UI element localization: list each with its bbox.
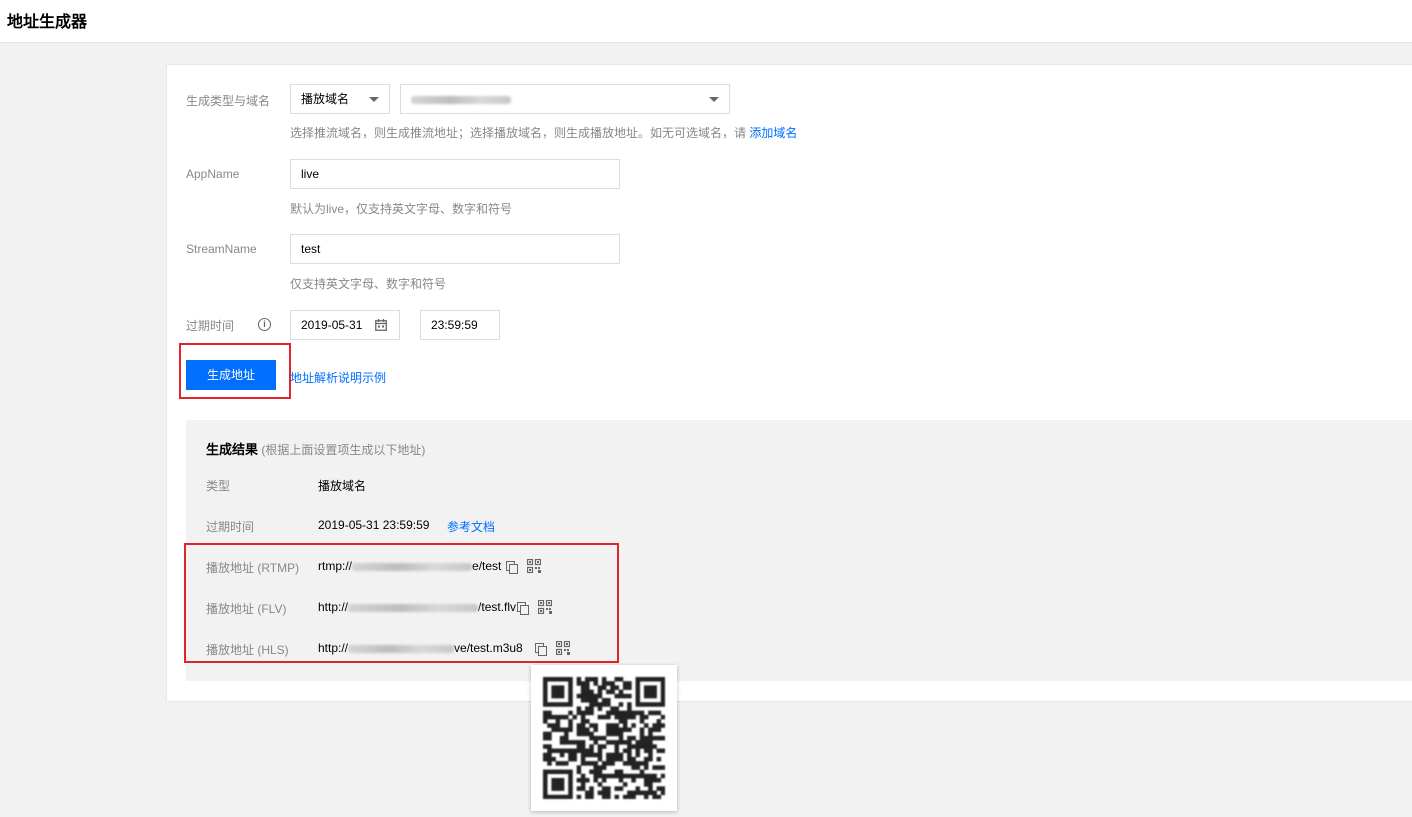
copy-icon[interactable] — [535, 643, 547, 656]
type-select[interactable]: 播放域名 — [290, 84, 390, 114]
appname-input[interactable]: live — [290, 159, 620, 189]
expire-label: 过期时间 — [186, 319, 235, 333]
expire-date-value: 2019-05-31 — [301, 318, 363, 332]
type-select-value: 播放域名 — [301, 92, 350, 106]
address-example-link[interactable]: 地址解析说明示例 — [290, 369, 386, 386]
rtmp-url-prefix: rtmp:// — [318, 559, 353, 573]
appname-label: AppName — [186, 167, 240, 181]
copy-icon[interactable] — [517, 602, 529, 615]
page-title: 地址生成器 — [7, 14, 88, 31]
rtmp-url-value: rtmp:// e/test — [318, 559, 501, 573]
domain-value-blurred — [411, 95, 511, 104]
rtmp-url-suffix: e/test — [472, 559, 502, 573]
qrcode-icon[interactable] — [527, 559, 541, 573]
top-bar: 地址生成器 — [0, 0, 1412, 43]
flv-url-suffix: /test.flv — [478, 600, 517, 614]
flv-url-prefix: http:// — [318, 600, 349, 614]
expire-time-picker[interactable]: 23:59:59 — [420, 310, 500, 340]
qrcode-popup — [531, 665, 677, 811]
flv-url-label: 播放地址 (FLV) — [206, 602, 287, 616]
domain-select[interactable] — [400, 84, 730, 114]
result-subtitle: (根据上面设置项生成以下地址) — [261, 443, 426, 457]
hls-url-suffix: ve/test.m3u8 — [454, 641, 523, 655]
chevron-down-icon — [369, 97, 379, 102]
qrcode-icon[interactable] — [556, 641, 570, 655]
result-title: 生成结果 — [206, 442, 259, 457]
type-domain-label: 生成类型与域名 — [186, 94, 271, 108]
type-hint-text: 选择推流域名，则生成推流地址；选择播放域名，则生成播放地址。如无可选域名，请 — [290, 126, 747, 140]
result-expire-value: 2019-05-31 23:59:59 — [318, 518, 430, 532]
rtmp-domain-blurred — [352, 562, 473, 571]
info-icon[interactable]: i — [258, 318, 271, 331]
flv-url-value: http:// /test.flv — [318, 600, 516, 614]
add-domain-link[interactable]: 添加域名 — [749, 126, 797, 140]
hls-url-label: 播放地址 (HLS) — [206, 643, 289, 657]
hls-url-value: http:// ve/test.m3u8 — [318, 641, 523, 655]
rtmp-url-label: 播放地址 (RTMP) — [206, 561, 300, 575]
result-type-label: 类型 — [206, 479, 231, 493]
expire-date-picker[interactable]: 2019-05-31 — [290, 310, 400, 340]
result-expire-label: 过期时间 — [206, 520, 255, 534]
result-heading: 生成结果 (根据上面设置项生成以下地址) — [206, 439, 425, 458]
result-type-value: 播放域名 — [318, 479, 367, 493]
type-hint: 选择推流域名，则生成推流地址；选择播放域名，则生成播放地址。如无可选域名，请 添… — [290, 124, 797, 141]
qrcode-icon[interactable] — [538, 600, 552, 614]
streamname-label: StreamName — [186, 242, 257, 256]
qrcode-image — [543, 677, 665, 799]
appname-hint: 默认为live，仅支持英文字母、数字和符号 — [290, 202, 513, 216]
streamname-input[interactable]: test — [290, 234, 620, 264]
flv-domain-blurred — [348, 603, 479, 612]
chevron-down-icon — [709, 97, 719, 102]
hls-domain-blurred — [348, 644, 455, 653]
hls-url-prefix: http:// — [318, 641, 349, 655]
calendar-icon — [375, 319, 387, 331]
reference-doc-link[interactable]: 参考文档 — [447, 518, 495, 535]
copy-icon[interactable] — [506, 561, 518, 574]
streamname-hint: 仅支持英文字母、数字和符号 — [290, 277, 447, 291]
generate-address-button[interactable]: 生成地址 — [186, 360, 276, 390]
